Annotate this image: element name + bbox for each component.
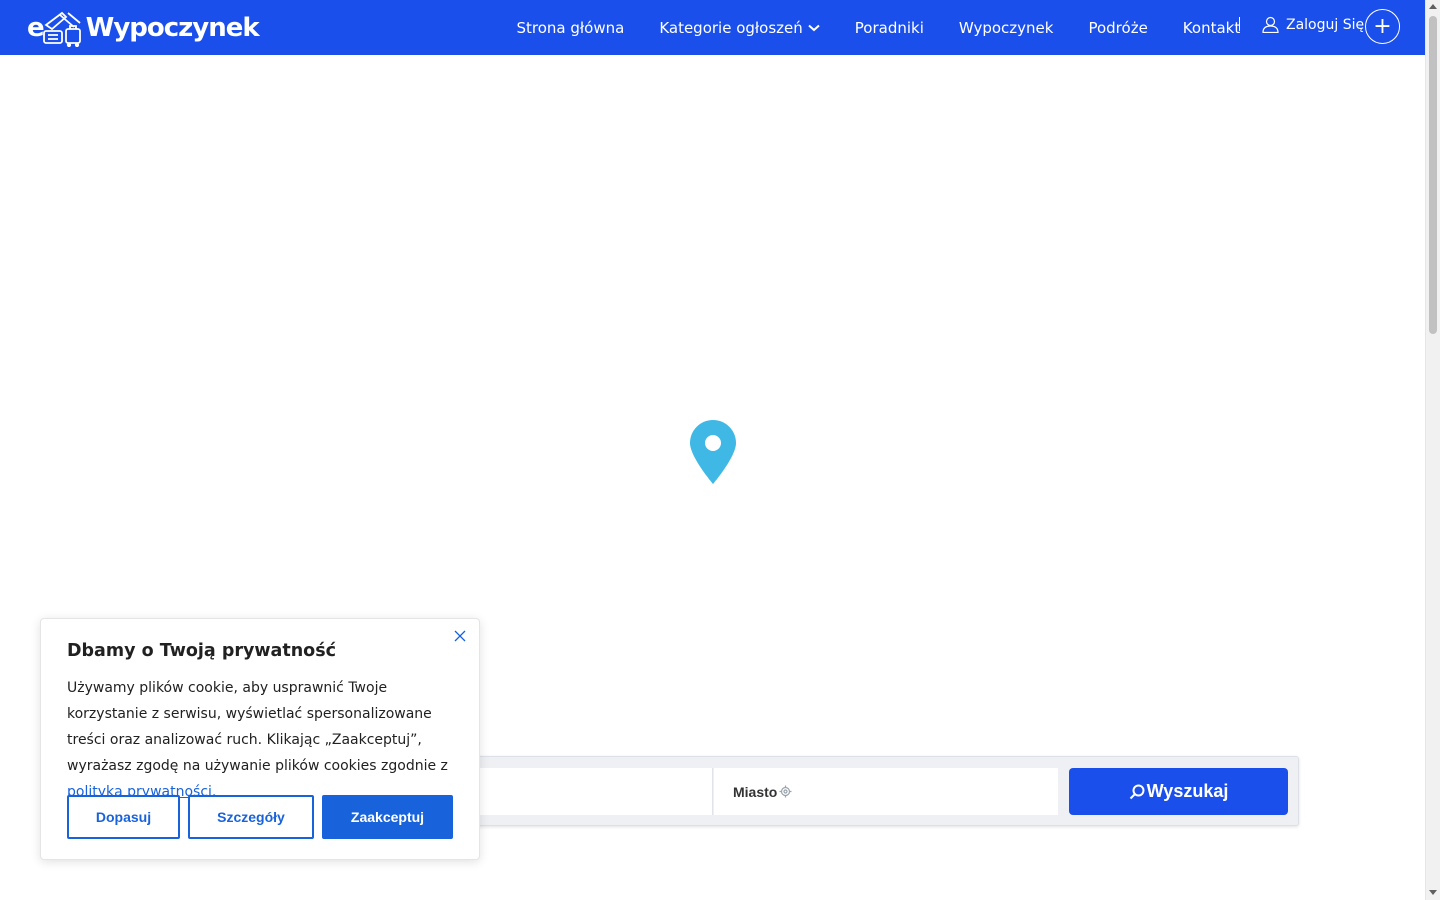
cookie-text: Używamy plików cookie, aby usprawnić Two… (67, 675, 462, 805)
nav-divider (1239, 17, 1240, 31)
nav-leisure[interactable]: Wypoczynek (941, 19, 1071, 37)
main-nav: Strona główna Kategorie ogłoszeń Poradni… (499, 0, 1258, 55)
search-button-label: Wyszukaj (1146, 781, 1229, 801)
cookie-description: Używamy plików cookie, aby usprawnić Two… (67, 680, 448, 774)
map-pin-icon[interactable] (689, 419, 737, 485)
add-listing-button[interactable]: + (1365, 9, 1400, 44)
magnifier-icon (1129, 784, 1145, 799)
cookie-banner: Dbamy o Twoją prywatność Używamy plików … (40, 618, 480, 860)
scroll-down-arrow[interactable] (1429, 890, 1437, 895)
accept-button[interactable]: Zaakceptuj (322, 795, 453, 839)
nav-home[interactable]: Strona główna (499, 19, 642, 37)
city-field[interactable]: Miasto (714, 768, 1058, 815)
scroll-up-arrow[interactable] (1429, 4, 1437, 9)
search-button[interactable]: Wyszukaj (1069, 768, 1288, 815)
site-header: e Wypoczynek Strona główna Kategorie ogł… (0, 0, 1425, 55)
site-logo[interactable]: e Wypoczynek (27, 9, 260, 47)
travel-icon (42, 11, 81, 47)
nav-contact[interactable]: Kontakt (1165, 19, 1257, 37)
logo-name: Wypoczynek (85, 13, 260, 43)
nav-travel[interactable]: Podróże (1071, 19, 1165, 37)
scroll-thumb[interactable] (1429, 16, 1437, 334)
keyword-input[interactable] (461, 768, 713, 815)
details-button[interactable]: Szczegóły (188, 795, 314, 839)
close-icon[interactable] (454, 630, 466, 642)
login-link[interactable]: Zaloguj Się (1262, 16, 1364, 33)
nav-categories[interactable]: Kategorie ogłoszeń (642, 19, 837, 37)
login-label: Zaloguj Się (1286, 16, 1365, 33)
customize-button[interactable]: Dopasuj (67, 795, 180, 839)
user-icon (1262, 16, 1279, 33)
cookie-title: Dbamy o Twoją prywatność (67, 641, 336, 661)
city-label: Miasto (733, 783, 778, 800)
nav-categories-label: Kategorie ogłoszeń (659, 18, 803, 37)
page-scrollbar[interactable] (1425, 0, 1440, 900)
nav-guides[interactable]: Poradniki (837, 19, 941, 37)
search-bar: Miasto Wyszukaj (460, 756, 1299, 826)
chevron-down-icon (808, 24, 820, 31)
crosshair-icon[interactable] (779, 785, 792, 798)
